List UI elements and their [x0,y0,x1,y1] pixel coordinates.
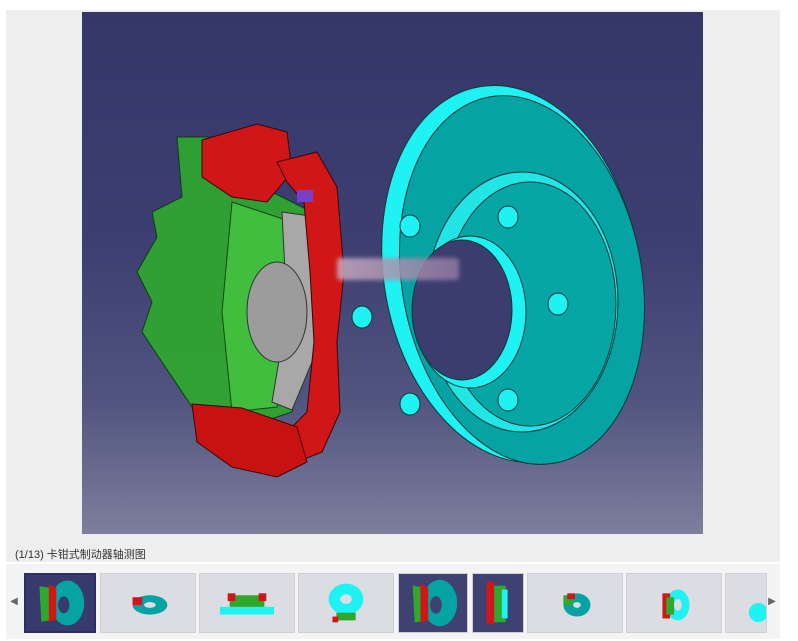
image-caption: (1/13) 卡钳式制动器轴测图 [15,549,146,561]
thumbnail-strip: ◀ ▶ [6,564,780,639]
thumbnail-6[interactable] [472,573,524,633]
thumbnail-1[interactable] [24,573,96,633]
thumbnail-5[interactable] [398,573,468,633]
caption-bar: (1/13) 卡钳式制动器轴测图 [6,544,780,562]
thumbnail-8[interactable] [626,573,722,633]
thumbnail-7[interactable] [527,573,623,633]
chevron-right-icon[interactable]: ▶ [764,564,780,639]
watermark-blur [337,258,459,280]
chevron-left-icon[interactable]: ◀ [6,564,22,639]
image-viewer [6,10,780,544]
thumbnail-4[interactable] [298,573,394,633]
thumbnail-9[interactable] [725,573,767,633]
main-image[interactable] [82,12,703,534]
thumbnail-3[interactable] [199,573,295,633]
thumbnail-2[interactable] [100,573,196,633]
